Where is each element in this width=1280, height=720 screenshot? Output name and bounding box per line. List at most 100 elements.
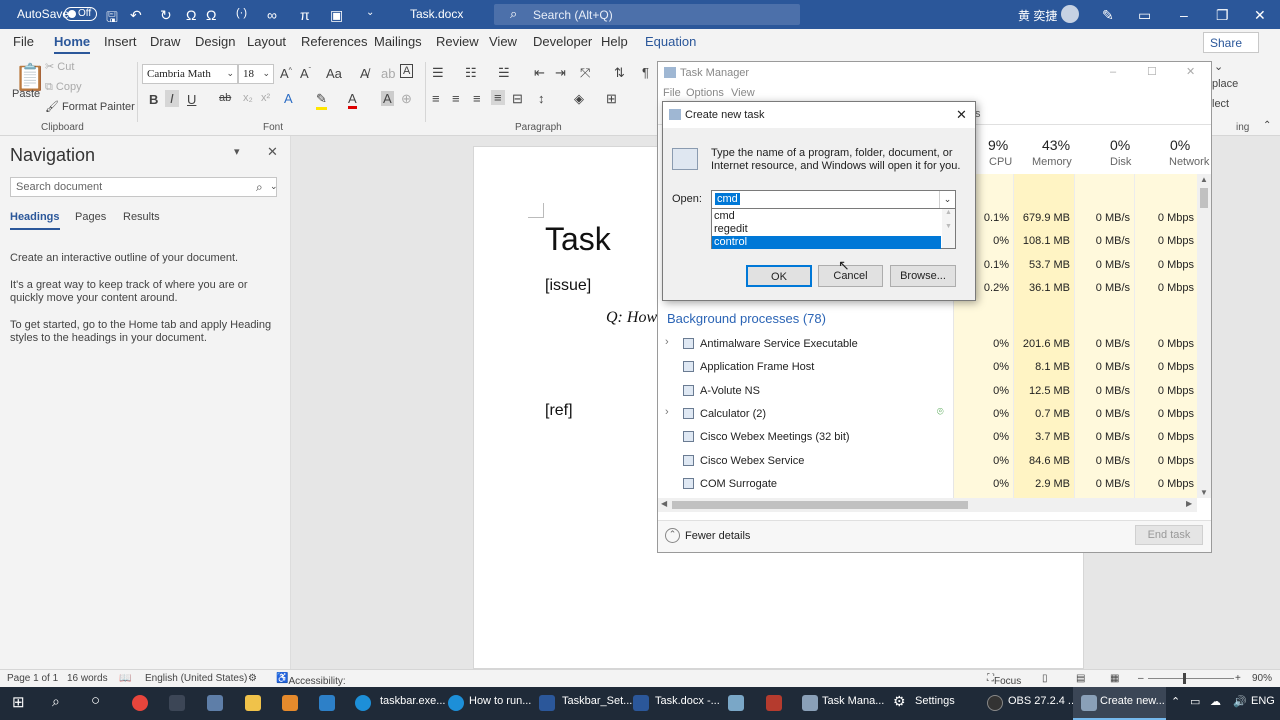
memory-header[interactable]: Memory [1032, 156, 1072, 168]
align-right-icon[interactable]: ≡ [473, 91, 481, 106]
app-icon[interactable] [766, 695, 782, 711]
language[interactable]: English (United States) [145, 673, 247, 684]
app-icon[interactable] [728, 695, 744, 711]
tab-headings[interactable]: Headings [10, 211, 60, 230]
bracket-icon[interactable]: (·) [236, 7, 247, 19]
word-icon[interactable] [539, 695, 555, 711]
shading-icon[interactable]: ◈ [574, 91, 584, 107]
proofing-icon[interactable]: 📖 [119, 673, 131, 684]
chevron-up-icon[interactable]: ⌃ [1171, 695, 1180, 708]
dropdown-scrollbar[interactable]: ▲ ▼ [942, 209, 955, 248]
tab-review[interactable]: Review [436, 34, 479, 49]
zoom-level[interactable]: 90% [1252, 673, 1272, 684]
character-shading-icon[interactable]: A [381, 91, 394, 106]
focus-button[interactable]: ⛶ Focus [987, 673, 1021, 687]
taskbar-item[interactable]: How to run... [469, 695, 531, 707]
app-icon[interactable] [282, 695, 298, 711]
settings-icon[interactable]: ⚙ [893, 693, 906, 710]
copy-button[interactable]: ⧉ Copy [45, 81, 82, 94]
tab-equation[interactable]: Equation [645, 34, 696, 49]
pi-icon[interactable]: π [300, 7, 310, 23]
end-task-button[interactable]: End task [1135, 525, 1203, 545]
tab-mailings[interactable]: Mailings [374, 34, 422, 49]
text-effects-icon[interactable]: A [284, 91, 293, 106]
asian-layout-icon[interactable]: ⤧ [580, 65, 590, 81]
decrease-indent-icon[interactable]: ⇤ [534, 65, 545, 81]
word-icon[interactable] [633, 695, 649, 711]
tab-pages[interactable]: Pages [75, 211, 106, 223]
tab-home[interactable]: Home [54, 34, 91, 54]
justify-icon[interactable]: ≡ [491, 90, 505, 105]
autosave-toggle[interactable]: Off [64, 7, 97, 21]
search-box[interactable]: ⌕ Search (Alt+Q) [494, 4, 800, 25]
table-row[interactable]: Cisco Webex Meetings (32 bit) 0% 3.7 MB 0 M… [658, 426, 1198, 449]
underline-icon[interactable]: U [187, 92, 196, 107]
tab-layout[interactable]: Layout [247, 34, 286, 49]
zoom-out-icon[interactable]: – [1138, 673, 1144, 684]
tab-help[interactable]: Help [601, 34, 628, 49]
network-header[interactable]: Network [1169, 156, 1209, 168]
dropdown-option-regedit[interactable]: regedit [712, 223, 941, 236]
menu-file[interactable]: File [663, 87, 681, 99]
scroll-thumb[interactable] [672, 501, 968, 509]
taskbar-item[interactable]: taskbar.exe... [380, 695, 445, 707]
taskbar-item[interactable]: Task.docx -... [655, 695, 720, 707]
show-formatting-icon[interactable]: ¶ [642, 65, 649, 80]
bullets-icon[interactable]: ☰ [432, 65, 444, 81]
close-icon[interactable]: ✕ [1186, 65, 1195, 78]
fewer-details-link[interactable]: Fewer details [685, 530, 750, 542]
scroll-up-icon[interactable]: ▲ [1200, 175, 1208, 184]
numbering-icon[interactable]: ☷ [465, 65, 477, 81]
horizontal-scrollbar[interactable]: ◀ ▶ [658, 498, 1197, 512]
select-button[interactable]: lect [1212, 98, 1229, 110]
file-explorer-icon[interactable] [245, 695, 261, 711]
tab-draw[interactable]: Draw [150, 34, 180, 49]
app-icon[interactable] [169, 695, 185, 711]
strikethrough-icon[interactable]: ab [219, 92, 231, 104]
zoom-slider-thumb[interactable] [1183, 673, 1186, 684]
taskbar-active-item[interactable]: Create new... [1073, 687, 1166, 720]
dropdown-option-cmd[interactable]: cmd [712, 210, 941, 223]
maximize-icon[interactable]: ☐ [1147, 65, 1157, 78]
increase-indent-icon[interactable]: ⇥ [555, 65, 566, 81]
web-layout-icon[interactable]: ▦ [1110, 673, 1119, 684]
cancel-button[interactable]: Cancel [818, 265, 883, 287]
network-icon[interactable]: ▭ [1190, 695, 1200, 708]
zoom-in-icon[interactable]: + [1235, 673, 1241, 684]
replace-button[interactable]: place [1212, 78, 1238, 90]
ref-placeholder[interactable]: [ref] [545, 402, 573, 420]
table-row[interactable]: Cisco Webex Service 0% 84.6 MB 0 MB/s 0 Mbps [658, 450, 1198, 473]
chevron-down-icon[interactable]: ▾ [234, 145, 240, 158]
open-value[interactable]: cmd [715, 193, 740, 205]
tab-developer[interactable]: Developer [533, 34, 592, 49]
tab-file[interactable]: File [13, 34, 34, 49]
enclose-characters-icon[interactable]: ⊕ [401, 91, 412, 107]
undo-icon[interactable]: ↶ [130, 7, 142, 24]
ribbon-display-icon[interactable]: ▭ [1138, 7, 1151, 24]
zoom-slider[interactable] [1148, 678, 1234, 679]
taskbar-item[interactable]: Taskbar_Set... [562, 695, 632, 707]
subscript-icon[interactable]: x₂ [243, 92, 253, 104]
table-row[interactable]: Application Frame Host 0% 8.1 MB 0 MB/s 0 Mb… [658, 356, 1198, 379]
infinity-icon[interactable]: ∞ [267, 7, 277, 23]
windows-start-icon[interactable]: ⊞ [12, 693, 25, 711]
taskbar-item[interactable]: OBS 27.2.4 ... [1008, 695, 1077, 707]
chevron-down-icon[interactable]: ⌄ [939, 191, 955, 208]
bold-icon[interactable]: B [149, 92, 158, 107]
search-icon[interactable]: ⌕ [52, 693, 60, 710]
share-button[interactable]: Share [1203, 32, 1259, 53]
table-row[interactable]: A-Volute NS 0% 12.5 MB 0 MB/s 0 Mbps [658, 380, 1198, 403]
expand-chevron-icon[interactable]: › [665, 406, 669, 418]
open-combobox[interactable]: cmd ⌄ [711, 190, 956, 209]
italic-icon[interactable]: I [165, 90, 179, 107]
font-color-icon[interactable]: A [348, 91, 357, 109]
chevron-down-icon[interactable]: ⌄ [270, 181, 278, 192]
read-mode-icon[interactable]: ▯ [1042, 673, 1048, 684]
disk-header[interactable]: Disk [1110, 156, 1131, 168]
tab-results[interactable]: Results [123, 211, 160, 223]
edge-icon[interactable] [448, 695, 464, 711]
photos-icon[interactable] [319, 695, 335, 711]
change-case-icon[interactable]: Aa [326, 66, 342, 81]
document-title[interactable]: Task [545, 221, 611, 258]
multilevel-list-icon[interactable]: ☱ [498, 65, 510, 81]
